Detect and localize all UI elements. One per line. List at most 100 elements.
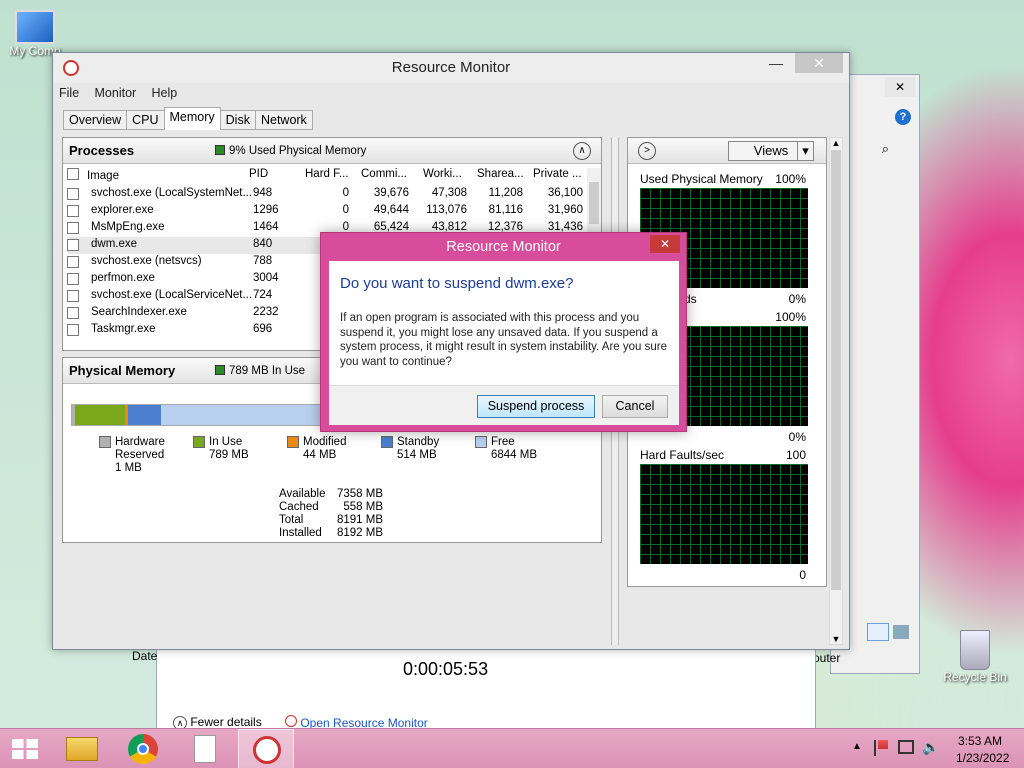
legend-swatch — [99, 436, 111, 448]
graph-max: 100% — [775, 172, 806, 186]
col-hard-faults[interactable]: Hard F... — [305, 168, 348, 180]
row-cell: 0 — [342, 204, 349, 216]
file-explorer-icon[interactable] — [56, 729, 108, 768]
row-cell: 724 — [253, 289, 273, 301]
legend-item: Hardware Reserved 1 MB — [99, 436, 189, 475]
trash-icon — [960, 630, 990, 670]
graph-min: 0 — [799, 568, 806, 582]
views-button[interactable]: Views ▾ — [728, 141, 814, 161]
legend-swatch — [193, 436, 205, 448]
col-commit[interactable]: Commi... — [361, 168, 407, 180]
row-checkbox[interactable] — [67, 290, 79, 302]
recycle-bin-icon[interactable]: Recycle Bin — [940, 630, 1010, 684]
menu-bar: File Monitor Help — [59, 83, 189, 103]
tab-cpu[interactable]: CPU — [126, 110, 165, 130]
scroll-up-icon[interactable]: ▲ — [830, 138, 842, 148]
graph-min: 0% — [788, 430, 806, 444]
legend-swatch — [381, 436, 393, 448]
volume-icon[interactable]: 🔈 — [922, 739, 939, 756]
show-hidden-icons[interactable]: ▲ — [852, 741, 862, 752]
my-computer-icon[interactable]: My Comp — [0, 10, 70, 58]
select-all-checkbox[interactable] — [67, 168, 79, 180]
col-shareable[interactable]: Sharea... — [477, 168, 524, 180]
chrome-icon[interactable] — [118, 729, 170, 768]
table-row[interactable]: explorer.exe 1296 0 49,644 113,076 81,116 31,9… — [67, 203, 585, 220]
cancel-button[interactable]: Cancel — [602, 395, 668, 418]
graph-max: 100 — [785, 448, 806, 462]
view-details-icon[interactable] — [867, 623, 889, 641]
search-icon[interactable]: ⌕ — [882, 141, 889, 157]
flag-icon[interactable] — [874, 740, 888, 756]
row-cell: 81,116 — [488, 204, 523, 216]
row-image: explorer.exe — [91, 204, 154, 216]
scroll-thumb[interactable] — [831, 150, 841, 590]
row-image: perfmon.exe — [91, 272, 155, 284]
document-icon[interactable] — [178, 729, 230, 768]
view-tiles-icon[interactable] — [893, 625, 909, 639]
resource-monitor-icon — [285, 715, 297, 727]
row-checkbox[interactable] — [67, 273, 79, 285]
start-icon[interactable] — [0, 729, 52, 768]
clock-time[interactable]: 3:53 AM — [958, 734, 1002, 748]
title-bar[interactable]: Resource Monitor — ✕ — [53, 53, 849, 83]
tab-network[interactable]: Network — [254, 110, 313, 130]
window-title: Resource Monitor — [391, 59, 511, 76]
col-pid[interactable]: PID — [249, 168, 268, 180]
taskbar: ▲ 🔈 3:53 AM 1/23/2022 — [0, 728, 1024, 768]
menu-monitor[interactable]: Monitor — [95, 86, 137, 100]
col-private[interactable]: Private ... — [533, 168, 582, 180]
close-icon[interactable]: ✕ — [650, 235, 680, 253]
row-image: MsMpEng.exe — [91, 221, 165, 233]
dialog-title-bar[interactable]: Resource Monitor ✕ — [321, 233, 686, 261]
stat-value: 8191 MB — [336, 514, 383, 526]
row-cell: 0 — [342, 187, 349, 199]
row-checkbox[interactable] — [67, 324, 79, 336]
legend-item: In Use 789 MB — [193, 436, 283, 462]
graph-title: Hard Faults/sec — [640, 448, 725, 462]
legend-item: Modified 44 MB — [287, 436, 377, 462]
tab-overview[interactable]: Overview — [63, 110, 128, 130]
clock-date[interactable]: 1/23/2022 — [956, 751, 1009, 765]
stat-label: Available — [279, 488, 326, 500]
row-checkbox[interactable] — [67, 239, 79, 251]
row-cell: 31,960 — [547, 204, 583, 216]
row-checkbox[interactable] — [67, 205, 79, 217]
physical-memory-title: Physical Memory — [69, 363, 176, 378]
suspend-process-button[interactable]: Suspend process — [477, 395, 595, 418]
row-image: svchost.exe (LocalSystemNet... — [91, 187, 253, 199]
col-working[interactable]: Worki... — [423, 168, 462, 180]
close-icon[interactable]: ✕ — [795, 53, 843, 73]
resource-monitor-taskbar-icon[interactable] — [238, 729, 294, 768]
row-checkbox[interactable] — [67, 188, 79, 200]
close-icon[interactable]: ✕ — [885, 77, 915, 97]
help-icon[interactable]: ? — [895, 109, 911, 125]
col-image[interactable]: Image — [67, 168, 119, 182]
row-checkbox[interactable] — [67, 307, 79, 319]
expand-icon[interactable]: > — [638, 142, 656, 160]
dialog-body: Do you want to suspend dwm.exe? If an op… — [329, 261, 679, 385]
network-icon[interactable] — [898, 740, 914, 754]
row-checkbox[interactable] — [67, 222, 79, 234]
tab-disk[interactable]: Disk — [219, 110, 256, 130]
scroll-thumb[interactable] — [589, 182, 599, 224]
dialog-message: If an open program is associated with th… — [340, 312, 668, 368]
row-cell: 788 — [253, 255, 273, 267]
tab-memory[interactable]: Memory — [163, 107, 221, 130]
scroll-down-icon[interactable]: ▼ — [830, 634, 842, 644]
menu-file[interactable]: File — [59, 86, 79, 100]
menu-help[interactable]: Help — [152, 86, 178, 100]
memory-bar-standby — [128, 405, 161, 425]
row-checkbox[interactable] — [67, 256, 79, 268]
collapse-icon[interactable]: ∧ — [573, 142, 591, 160]
graphs-scrollbar[interactable]: ▲ ▼ — [829, 137, 843, 645]
table-row[interactable]: svchost.exe (LocalSystemNet... 948 0 39,676… — [67, 186, 585, 203]
app-icon — [63, 60, 79, 76]
row-cell: 948 — [253, 187, 273, 199]
minimize-icon[interactable]: — — [761, 53, 791, 73]
row-cell: 113,076 — [426, 204, 467, 216]
row-cell: 36,100 — [547, 187, 583, 199]
processes-header[interactable]: Processes 9% Used Physical Memory ∧ — [63, 138, 601, 164]
legend-value: 6844 MB — [491, 449, 538, 461]
green-square-icon — [215, 145, 225, 155]
date-column-label: Date — [132, 649, 158, 663]
